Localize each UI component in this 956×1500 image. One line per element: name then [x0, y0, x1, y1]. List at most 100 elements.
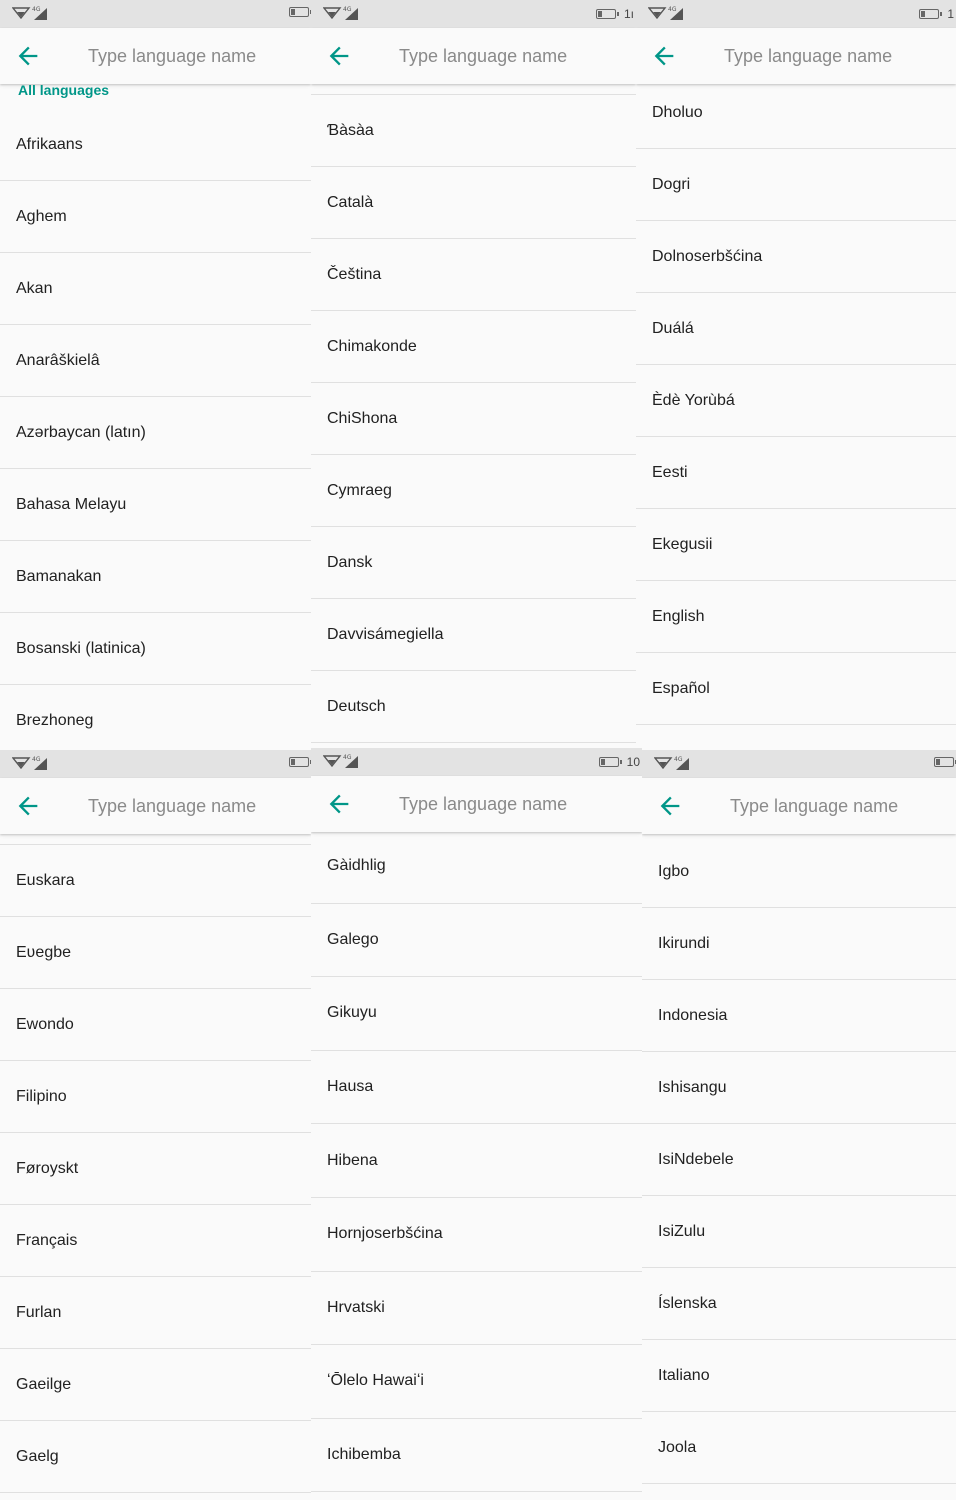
language-list-item[interactable]: Chimakonde	[311, 311, 636, 383]
language-list-item[interactable]: Duálá	[636, 293, 956, 365]
battery-icon	[598, 757, 622, 767]
language-list-item[interactable]: Hausa	[311, 1051, 642, 1125]
language-list-item[interactable]: Gaeilge	[0, 1349, 311, 1421]
back-arrow-icon[interactable]	[14, 792, 42, 820]
language-list-item[interactable]: Ichibemba	[311, 1419, 642, 1493]
language-list-item[interactable]: Dolnoserbšćina	[636, 221, 956, 293]
search-toolbar	[0, 28, 311, 84]
search-toolbar	[311, 776, 642, 832]
language-list-item[interactable]: Igbo	[642, 836, 956, 908]
language-list-item[interactable]: ChiShona	[311, 383, 636, 455]
language-list-item[interactable]: Hrvatski	[311, 1272, 642, 1346]
back-arrow-icon[interactable]	[14, 42, 42, 70]
language-list: Dholuo Dogri Dolnoserbšćina Duálá Èdè Yorùbá…	[636, 77, 956, 725]
signal-icon: 4G	[653, 755, 692, 776]
battery-icon	[934, 757, 956, 767]
language-list-item[interactable]: Bosanski (latinica)	[0, 613, 311, 685]
language-list-item[interactable]: Èdè Yorùbá	[636, 365, 956, 437]
svg-text:4G: 4G	[668, 6, 677, 13]
status-bar: 4G 1	[636, 0, 956, 28]
status-bar: 4G	[0, 0, 311, 28]
status-text: 1	[947, 7, 954, 21]
language-list-item[interactable]: Bahasa Melayu	[0, 469, 311, 541]
language-list-item[interactable]: Ɓàsàa	[311, 95, 636, 167]
language-list-item[interactable]: Italiano	[642, 1340, 956, 1412]
status-text: 10	[626, 755, 640, 769]
language-list-item[interactable]: Davvisámegiella	[311, 599, 636, 671]
signal-icon: 4G	[322, 5, 361, 26]
svg-text:4G: 4G	[32, 6, 41, 13]
language-list-item[interactable]: Furlan	[0, 1277, 311, 1349]
search-input[interactable]	[88, 42, 308, 70]
language-list-item[interactable]: Íslenska	[642, 1268, 956, 1340]
language-list-item[interactable]: Anarâškielâ	[0, 325, 311, 397]
status-bar: 4G 1ı	[311, 0, 636, 28]
language-list-item[interactable]: IsiZulu	[642, 1196, 956, 1268]
svg-text:4G: 4G	[343, 6, 352, 13]
language-list-item[interactable]: Euskara	[0, 845, 311, 917]
search-input[interactable]	[730, 792, 950, 820]
language-list: Euskara Eʋegbe Ewondo Filipino Føroyskt Franç…	[0, 844, 311, 1493]
language-list-item[interactable]: English	[636, 581, 956, 653]
back-arrow-icon[interactable]	[325, 42, 353, 70]
language-list-item[interactable]: Galego	[311, 904, 642, 978]
language-list-item[interactable]: Cymraeg	[311, 455, 636, 527]
language-list-item[interactable]: Hornjoserbšćina	[311, 1198, 642, 1272]
screen-panel-6: 4G IgboIkirundiIndonesiaIshisanguIsiNdeb…	[642, 750, 956, 1500]
language-list-item[interactable]: Afrikaans	[0, 109, 311, 181]
back-arrow-icon[interactable]	[650, 42, 678, 70]
language-list-item[interactable]: Dogri	[636, 149, 956, 221]
status-bar: 4G	[0, 750, 311, 778]
screen-panel-4: 4G EuskaraEʋegbeEwondoFilipinoFøroysktFr…	[0, 750, 311, 1500]
screen-panel-1: 4G All languages AfrikaansAghemAkanAnarâ…	[0, 0, 311, 750]
language-list-item[interactable]: Gaelg	[0, 1421, 311, 1493]
language-list-item[interactable]: Català	[311, 167, 636, 239]
status-bar: 4G 10	[311, 748, 642, 776]
language-list-item[interactable]: Hibena	[311, 1124, 642, 1198]
language-list-item[interactable]: Ikirundi	[642, 908, 956, 980]
back-arrow-icon[interactable]	[656, 792, 684, 820]
language-list-item[interactable]: Eesti	[636, 437, 956, 509]
language-list-item[interactable]: Indonesia	[642, 980, 956, 1052]
language-list-item[interactable]: Eʋegbe	[0, 917, 311, 989]
status-bar: 4G	[642, 750, 956, 778]
language-list-item[interactable]: Deutsch	[311, 671, 636, 743]
language-list-item[interactable]: IsiNdebele	[642, 1124, 956, 1196]
language-list-item[interactable]: ʻŌlelo Hawaiʻi	[311, 1345, 642, 1419]
language-list-item[interactable]: Ishisangu	[642, 1052, 956, 1124]
search-input[interactable]	[399, 790, 619, 818]
language-list: Gàidhlig Galego Gikuyu Hausa Hibena Hornjoser…	[311, 830, 642, 1493]
language-list-item[interactable]: Español	[636, 653, 956, 725]
language-list: Igbo Ikirundi Indonesia Ishisangu IsiNdebele…	[642, 836, 956, 1484]
signal-icon: 4G	[647, 5, 686, 26]
search-input[interactable]	[399, 42, 619, 70]
language-list-item[interactable]: Gàidhlig	[311, 830, 642, 904]
screen-panel-3: 4G 1 DholuoDogriDolnoserbšćinaDuáláÈdè Y…	[636, 0, 956, 750]
language-list-item[interactable]: Føroyskt	[0, 1133, 311, 1205]
language-list-item[interactable]: Dansk	[311, 527, 636, 599]
language-list-item[interactable]: Bamanakan	[0, 541, 311, 613]
screen-panel-5: 4G 10 GàidhligGalegoGikuyuHausaHibenaHor…	[311, 748, 642, 1500]
language-list-item[interactable]: Ewondo	[0, 989, 311, 1061]
language-list-item[interactable]: Joola	[642, 1412, 956, 1484]
language-list-item[interactable]: Aghem	[0, 181, 311, 253]
language-list: Ɓàsàa Català Čeština Chimakonde ChiShona Cymr…	[311, 94, 636, 743]
language-list-item[interactable]: Filipino	[0, 1061, 311, 1133]
language-list-item[interactable]: Čeština	[311, 239, 636, 311]
language-list-item[interactable]: Gikuyu	[311, 977, 642, 1051]
search-toolbar	[642, 778, 956, 834]
language-list-item[interactable]: Ekegusii	[636, 509, 956, 581]
signal-icon: 4G	[322, 753, 361, 774]
language-list-item[interactable]: Akan	[0, 253, 311, 325]
back-arrow-icon[interactable]	[325, 790, 353, 818]
language-list-item[interactable]: Dholuo	[636, 77, 956, 149]
language-list-item[interactable]: Brezhoneg	[0, 685, 311, 750]
language-list-item[interactable]: Français	[0, 1205, 311, 1277]
search-input[interactable]	[724, 42, 944, 70]
signal-icon: 4G	[11, 755, 50, 776]
screen-panel-2: 4G 1ı ƁàsàaCatalàČeštinaChimakondeChiSho…	[311, 0, 636, 750]
search-input[interactable]	[88, 792, 308, 820]
language-list-item[interactable]: Azərbaycan (latın)	[0, 397, 311, 469]
battery-icon	[289, 757, 311, 767]
language-list: Afrikaans Aghem Akan Anarâškielâ Azərbaycan …	[0, 109, 311, 750]
